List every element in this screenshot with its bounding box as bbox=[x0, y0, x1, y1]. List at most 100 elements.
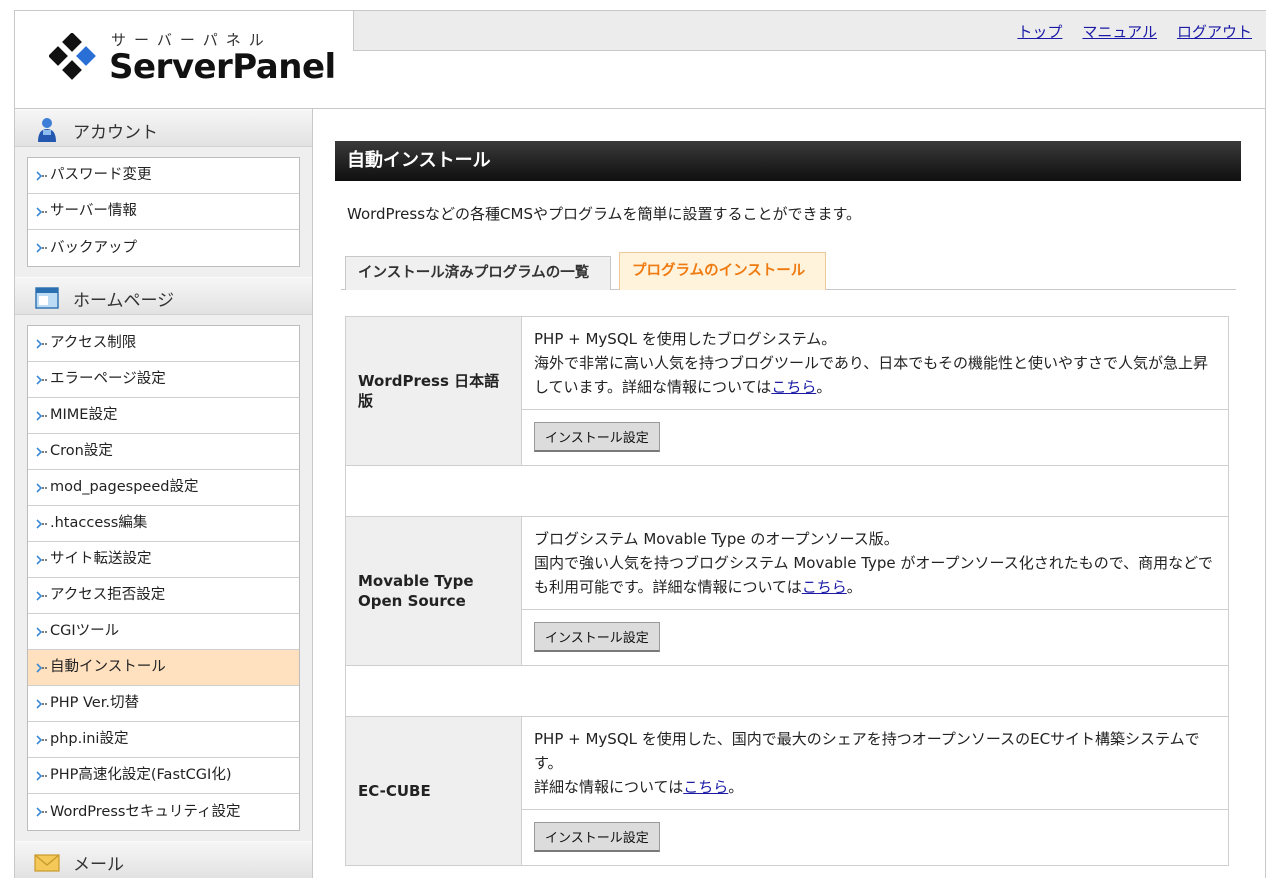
arrow-icon bbox=[36, 170, 47, 181]
sidebar-item-site-redirect[interactable]: サイト転送設定 bbox=[28, 542, 299, 578]
program-desc-line: 詳細な情報についてはこちら。 bbox=[534, 775, 1216, 799]
arrow-icon bbox=[36, 374, 47, 385]
sidebar-item-label: アクセス制限 bbox=[50, 335, 137, 351]
sidebar-item-php-ini[interactable]: php.ini設定 bbox=[28, 722, 299, 758]
program-body: ブログシステム Movable Type のオープンソース版。 国内で強い人気を… bbox=[522, 517, 1228, 665]
install-settings-button[interactable]: インストール設定 bbox=[534, 822, 660, 852]
sidebar-section-title: ホームページ bbox=[73, 291, 175, 311]
program-desc-suffix: 。 bbox=[728, 778, 744, 796]
top-link[interactable]: トップ bbox=[1017, 21, 1062, 42]
install-settings-button[interactable]: インストール設定 bbox=[534, 422, 660, 452]
sidebar: アカウント パスワード変更 サーバー情報 バックアップ ホームページ アクセス制… bbox=[15, 109, 313, 878]
program-desc-line: PHP + MySQL を使用したブログシステム。 bbox=[534, 330, 837, 348]
program-row-ec-cube: EC-CUBE PHP + MySQL を使用した、国内で最大のシェアを持つオー… bbox=[346, 717, 1228, 866]
arrow-icon bbox=[36, 554, 47, 565]
sidebar-section-homepage[interactable]: ホームページ bbox=[15, 277, 312, 315]
program-name: EC-CUBE bbox=[346, 717, 522, 865]
mail-icon bbox=[34, 854, 60, 872]
sidebar-item-label: .htaccess編集 bbox=[50, 515, 148, 531]
program-row-wordpress: WordPress 日本語版 PHP + MySQL を使用したブログシステム。… bbox=[346, 317, 1228, 466]
program-button-area: インストール設定 bbox=[522, 410, 1228, 465]
program-button-area: インストール設定 bbox=[522, 610, 1228, 665]
sidebar-item-mime[interactable]: MIME設定 bbox=[28, 398, 299, 434]
arrow-icon bbox=[36, 590, 47, 601]
arrow-icon bbox=[36, 770, 47, 781]
page-frame: サーバーパネル ServerPanel トップ マニュアル ログアウト アカウン… bbox=[14, 10, 1266, 878]
install-settings-button[interactable]: インストール設定 bbox=[534, 622, 660, 652]
program-table: WordPress 日本語版 PHP + MySQL を使用したブログシステム。… bbox=[345, 316, 1229, 866]
sidebar-item-mod-pagespeed[interactable]: mod_pagespeed設定 bbox=[28, 470, 299, 506]
sidebar-item-backup[interactable]: バックアップ bbox=[28, 230, 299, 266]
page-title: 自動インストール bbox=[335, 141, 1241, 181]
arrow-icon bbox=[36, 243, 47, 253]
sidebar-item-access-restriction[interactable]: アクセス制限 bbox=[28, 326, 299, 362]
arrow-icon bbox=[36, 662, 47, 673]
sidebar-item-label: WordPressセキュリティ設定 bbox=[50, 803, 241, 820]
program-desc-line: ブログシステム Movable Type のオープンソース版。 bbox=[534, 530, 899, 548]
program-desc-text: 国内で強い人気を持つブログシステム Movable Type がオープンソース化… bbox=[534, 554, 1213, 596]
logo-text: ServerPanel bbox=[109, 47, 336, 87]
arrow-icon bbox=[36, 206, 47, 217]
program-desc-line: PHP + MySQL を使用した、国内で最大のシェアを持つオープンソースのEC… bbox=[534, 730, 1200, 772]
arrow-icon bbox=[36, 698, 47, 709]
tab-installed-programs[interactable]: インストール済みプログラムの一覧 bbox=[345, 256, 611, 290]
program-desc-suffix: 。 bbox=[846, 578, 862, 596]
logout-link[interactable]: ログアウト bbox=[1177, 21, 1252, 42]
sidebar-list-homepage: アクセス制限 エラーページ設定 MIME設定 Cron設定 mod_pagesp… bbox=[27, 325, 300, 831]
arrow-icon bbox=[36, 410, 47, 421]
sidebar-item-wp-security[interactable]: WordPressセキュリティ設定 bbox=[28, 794, 299, 830]
sidebar-item-access-deny[interactable]: アクセス拒否設定 bbox=[28, 578, 299, 614]
program-body: PHP + MySQL を使用した、国内で最大のシェアを持つオープンソースのEC… bbox=[522, 717, 1228, 865]
top-links: トップ マニュアル ログアウト bbox=[1017, 21, 1252, 42]
sidebar-item-label: サーバー情報 bbox=[50, 203, 137, 219]
details-link[interactable]: こちら bbox=[683, 778, 728, 796]
sidebar-item-cron[interactable]: Cron設定 bbox=[28, 434, 299, 470]
sidebar-item-label: PHP Ver.切替 bbox=[50, 695, 139, 711]
sidebar-item-label: サイト転送設定 bbox=[50, 551, 152, 567]
program-desc-line: 海外で非常に高い人気を持つブログツールであり、日本でもその機能性と使いやすさで人… bbox=[534, 351, 1216, 399]
logo-diamonds-icon bbox=[49, 33, 96, 80]
arrow-icon bbox=[36, 482, 47, 493]
program-name: WordPress 日本語版 bbox=[346, 317, 522, 465]
logo[interactable]: サーバーパネル ServerPanel bbox=[15, 11, 353, 109]
main-content: 自動インストール WordPressなどの各種CMSやプログラムを簡単に設置する… bbox=[335, 141, 1241, 866]
sidebar-section-title: メール bbox=[73, 855, 124, 875]
sidebar-item-label: PHP高速化設定(FastCGI化) bbox=[50, 767, 232, 783]
sidebar-item-label: アクセス拒否設定 bbox=[50, 587, 166, 603]
program-desc-line: 国内で強い人気を持つブログシステム Movable Type がオープンソース化… bbox=[534, 551, 1216, 599]
program-desc-suffix: 。 bbox=[816, 378, 832, 396]
sidebar-item-password[interactable]: パスワード変更 bbox=[28, 158, 299, 194]
sidebar-item-server-info[interactable]: サーバー情報 bbox=[28, 194, 299, 230]
tab-install-programs[interactable]: プログラムのインストール bbox=[619, 252, 826, 290]
program-button-area: インストール設定 bbox=[522, 810, 1228, 865]
sidebar-item-htaccess[interactable]: .htaccess編集 bbox=[28, 506, 299, 542]
arrow-icon bbox=[36, 446, 47, 457]
arrow-icon bbox=[36, 626, 47, 637]
tab-bar: インストール済みプログラムの一覧 プログラムのインストール bbox=[341, 252, 1236, 290]
table-spacer bbox=[346, 466, 1228, 517]
sidebar-item-php-fastcgi[interactable]: PHP高速化設定(FastCGI化) bbox=[28, 758, 299, 794]
program-desc-text: 海外で非常に高い人気を持つブログツールであり、日本でもその機能性と使いやすさで人… bbox=[534, 354, 1208, 396]
sidebar-item-auto-install[interactable]: 自動インストール bbox=[28, 650, 299, 686]
sidebar-item-php-version[interactable]: PHP Ver.切替 bbox=[28, 686, 299, 722]
sidebar-section-title: アカウント bbox=[73, 123, 158, 143]
user-icon bbox=[38, 118, 56, 142]
sidebar-list-account: パスワード変更 サーバー情報 バックアップ bbox=[27, 157, 300, 267]
sidebar-section-mail[interactable]: メール bbox=[15, 841, 312, 878]
arrow-icon bbox=[36, 338, 47, 349]
sidebar-section-account[interactable]: アカウント bbox=[15, 109, 312, 147]
sidebar-item-cgi-tools[interactable]: CGIツール bbox=[28, 614, 299, 650]
program-row-movable-type: Movable Type Open Source ブログシステム Movable… bbox=[346, 517, 1228, 666]
table-spacer bbox=[346, 666, 1228, 717]
sidebar-item-label: バックアップ bbox=[50, 239, 137, 256]
details-link[interactable]: こちら bbox=[802, 578, 847, 596]
sidebar-item-label: エラーページ設定 bbox=[50, 371, 166, 387]
sidebar-item-error-page[interactable]: エラーページ設定 bbox=[28, 362, 299, 398]
details-link[interactable]: こちら bbox=[771, 378, 816, 396]
manual-link[interactable]: マニュアル bbox=[1082, 21, 1157, 42]
program-body: PHP + MySQL を使用したブログシステム。 海外で非常に高い人気を持つブ… bbox=[522, 317, 1228, 465]
sidebar-item-label: mod_pagespeed設定 bbox=[50, 479, 199, 495]
window-icon bbox=[35, 287, 59, 309]
sidebar-item-label: CGIツール bbox=[50, 623, 120, 639]
sidebar-item-label: MIME設定 bbox=[50, 407, 118, 423]
